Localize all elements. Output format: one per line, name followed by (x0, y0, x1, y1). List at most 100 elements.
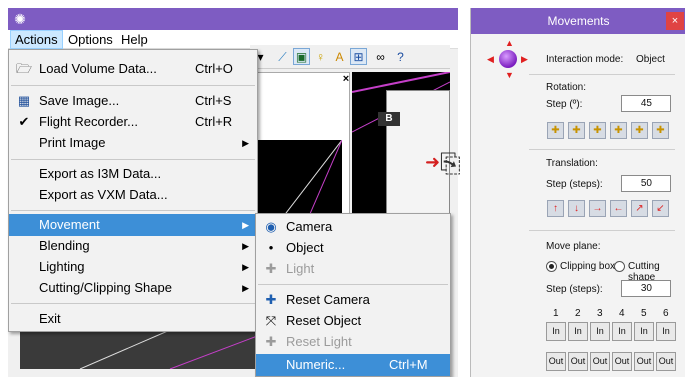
translate-right-button[interactable]: → (589, 200, 606, 217)
menu-separator (11, 159, 255, 160)
reset-camera-icon: ✚ (265, 292, 277, 307)
menu-item-print-image[interactable]: Print Image ▶ (9, 132, 257, 154)
menu-item-label: Numeric... (286, 357, 346, 372)
rotate-x-neg-button[interactable]: ✚ (568, 122, 585, 139)
interaction-mode-value: Object (636, 54, 665, 65)
menu-item-reset-light[interactable]: ✚ Reset Light (256, 331, 450, 353)
render-viewport-lower[interactable] (20, 329, 261, 370)
binoculars-icon[interactable]: ∞ (372, 48, 389, 65)
lightbulb-icon[interactable]: ♀ (312, 48, 329, 65)
menu-item-label: Reset Camera (286, 292, 370, 307)
bullet-icon: • (268, 240, 274, 255)
menu-item-exit[interactable]: Exit (9, 308, 257, 330)
plane-number: 3 (597, 308, 603, 319)
rotate-x-pos-button[interactable]: ✚ (547, 122, 564, 139)
menu-item-label: Save Image... (39, 93, 120, 108)
cube-icon: B (378, 112, 400, 126)
menu-item-cutting-clipping[interactable]: Cutting/Clipping Shape ▶ (9, 277, 257, 299)
plane-6-out-button[interactable]: Out (656, 352, 676, 371)
text-icon[interactable]: A (331, 48, 348, 65)
cutting-shape-radio[interactable] (614, 261, 625, 272)
checkmark-icon: ✔ (18, 114, 30, 129)
menu-item-label: Flight Recorder... (39, 114, 138, 129)
help-cursor-icon[interactable]: ? (392, 48, 409, 65)
divider (529, 149, 675, 150)
plane-3-in-button[interactable]: In (590, 322, 610, 341)
submenu-arrow-icon: ▶ (242, 283, 249, 293)
movement-submenu: ◉ Camera • Object ✚ Light ✚ Reset Camera… (255, 213, 451, 377)
menu-item-label: Print Image (39, 135, 106, 150)
clipping-box-label: Clipping box (560, 261, 616, 272)
submenu-arrow-icon: ▶ (242, 220, 249, 230)
plane-5-in-button[interactable]: In (634, 322, 654, 341)
translate-down-button[interactable]: ↓ (568, 200, 585, 217)
interaction-mode-label: Interaction mode: (546, 54, 624, 65)
menu-item-camera[interactable]: ◉ Camera (256, 216, 450, 238)
reset-object-icon: ⤧ (265, 313, 277, 328)
menu-actions[interactable]: Actions (10, 30, 63, 49)
rotation-step-input[interactable]: 45 (621, 95, 671, 112)
menu-item-shortcut: Ctrl+M (389, 357, 428, 372)
plane-4-in-button[interactable]: In (612, 322, 632, 341)
reset-light-icon: ✚ (265, 334, 277, 349)
menu-item-flight-recorder[interactable]: ✔ Flight Recorder... Ctrl+R (9, 111, 257, 133)
rotate-y-neg-button[interactable]: ✚ (610, 122, 627, 139)
panel-close-button[interactable]: × (666, 12, 684, 30)
save-image-icon: ▦ (17, 93, 31, 108)
graph-icon[interactable]: ⟋ (274, 48, 291, 65)
menu-item-reset-object[interactable]: ⤧ Reset Object (256, 310, 450, 332)
menu-item-object[interactable]: • Object (256, 237, 450, 259)
movements-panel: Movements × ▲ ▼ ◀ ▶ Interaction mode: Ob… (470, 8, 685, 377)
app-icon[interactable]: ✺ (12, 11, 28, 27)
menu-item-lighting[interactable]: Lighting ▶ (9, 256, 257, 278)
render-window-close-button[interactable]: × (339, 72, 353, 86)
rotation-label: Rotation: (546, 82, 587, 93)
menu-item-movement[interactable]: Movement ▶ (9, 214, 257, 236)
translate-backward-button[interactable]: ↙ (652, 200, 669, 217)
arrow-left-icon: ◀ (487, 54, 494, 64)
image-icon[interactable]: ▣ (293, 48, 310, 65)
menu-options[interactable]: Options (64, 30, 117, 49)
menu-item-export-vxm[interactable]: Export as VXM Data... (9, 184, 257, 206)
menu-item-label: Reset Light (286, 334, 352, 349)
menu-item-light[interactable]: ✚ Light (256, 258, 450, 280)
menu-item-label: Light (286, 261, 315, 276)
plane-4-out-button[interactable]: Out (612, 352, 632, 371)
panel-body: ▲ ▼ ◀ ▶ Interaction mode: Object Rotatio… (471, 34, 685, 377)
menu-item-label: Camera (286, 219, 333, 234)
rotate-y-pos-button[interactable]: ✚ (589, 122, 606, 139)
submenu-arrow-icon: ▶ (242, 138, 249, 148)
plane-number: 6 (663, 308, 669, 319)
menu-separator (11, 85, 255, 86)
menu-item-numeric[interactable]: Numeric... Ctrl+M (256, 354, 450, 376)
plane-step-input[interactable]: 30 (621, 280, 671, 297)
plane-6-in-button[interactable]: In (656, 322, 676, 341)
menu-item-shortcut: Ctrl+R (195, 114, 233, 129)
plane-3-out-button[interactable]: Out (590, 352, 610, 371)
title-bar: ✺ (8, 8, 458, 30)
plane-5-out-button[interactable]: Out (634, 352, 654, 371)
rotate-z-pos-button[interactable]: ✚ (631, 122, 648, 139)
plane-1-in-button[interactable]: In (546, 322, 566, 341)
menu-item-save-image[interactable]: ▦ Save Image... Ctrl+S (9, 90, 257, 112)
translate-left-button[interactable]: ← (610, 200, 627, 217)
menu-item-blending[interactable]: Blending ▶ (9, 235, 257, 257)
plane-1-out-button[interactable]: Out (546, 352, 566, 371)
clipping-box-radio[interactable] (546, 261, 557, 272)
translate-up-button[interactable]: ↑ (547, 200, 564, 217)
menu-item-label: Exit (39, 311, 61, 326)
menu-item-export-i3m[interactable]: Export as I3M Data... (9, 163, 257, 185)
arrow-up-icon: ▲ (505, 38, 514, 48)
plane-2-in-button[interactable]: In (568, 322, 588, 341)
translate-forward-button[interactable]: ↗ (631, 200, 648, 217)
menu-item-load-volume[interactable]: 🗁 Load Volume Data... Ctrl+O (9, 58, 257, 80)
menu-help[interactable]: Help (117, 30, 152, 49)
menu-item-reset-camera[interactable]: ✚ Reset Camera (256, 289, 450, 311)
transform-icon[interactable]: ⊞ (350, 48, 367, 65)
translation-label: Translation: (546, 158, 598, 169)
menu-item-shortcut: Ctrl+O (195, 61, 233, 76)
light-move-icon: ✚ (265, 261, 277, 276)
plane-2-out-button[interactable]: Out (568, 352, 588, 371)
rotate-z-neg-button[interactable]: ✚ (652, 122, 669, 139)
translation-step-input[interactable]: 50 (621, 175, 671, 192)
